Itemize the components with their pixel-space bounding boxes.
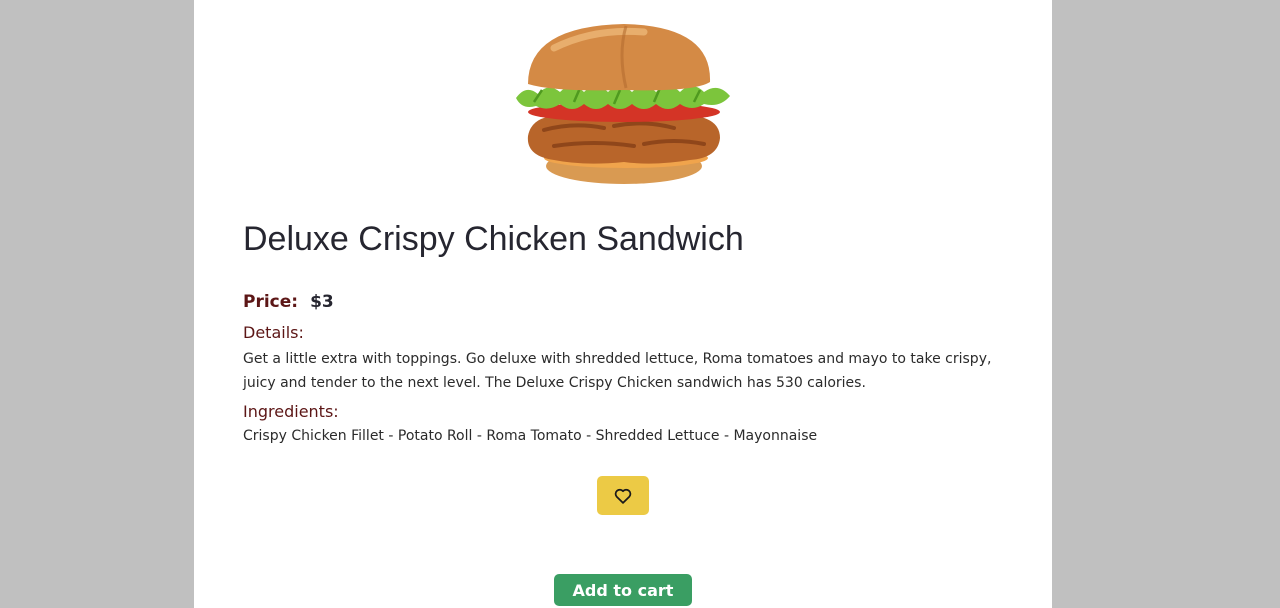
ingredients-heading: Ingredients: bbox=[243, 402, 339, 421]
ingredients-text: Crispy Chicken Fillet - Potato Roll - Ro… bbox=[243, 428, 818, 444]
product-title: Deluxe Crispy Chicken Sandwich bbox=[243, 220, 744, 258]
price-row: Price: $3 bbox=[243, 292, 334, 312]
details-heading: Details: bbox=[243, 323, 304, 342]
product-detail-card: Deluxe Crispy Chicken Sandwich Price: $3 … bbox=[194, 0, 1052, 608]
product-image bbox=[516, 24, 730, 184]
add-to-cart-button[interactable]: Add to cart bbox=[554, 574, 692, 606]
price-label: Price: bbox=[243, 292, 299, 312]
details-text: Get a little extra with toppings. Go del… bbox=[243, 351, 992, 391]
heart-outline-icon bbox=[614, 488, 632, 504]
price-value: $3 bbox=[310, 292, 334, 312]
favorite-button[interactable] bbox=[597, 476, 649, 515]
